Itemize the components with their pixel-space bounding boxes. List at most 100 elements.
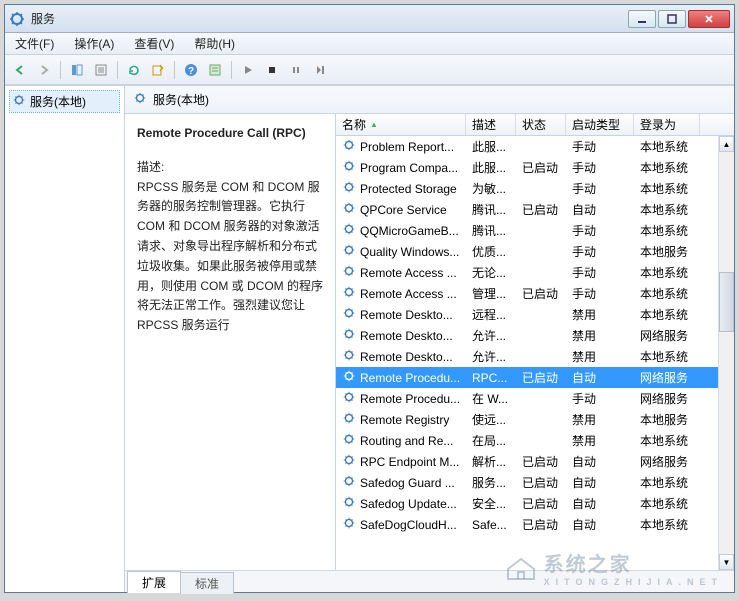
service-startup: 自动 bbox=[566, 495, 634, 512]
menu-help[interactable]: 帮助(H) bbox=[184, 33, 245, 54]
service-startup: 自动 bbox=[566, 201, 634, 218]
service-row[interactable]: Remote Deskto...允许...禁用本地系统 bbox=[336, 346, 718, 367]
service-desc: 使远... bbox=[466, 411, 516, 428]
column-logon-as[interactable]: 登录为 bbox=[634, 114, 700, 135]
tab-standard[interactable]: 标准 bbox=[180, 572, 234, 594]
service-row[interactable]: RPC Endpoint M...解析...已启动自动网络服务 bbox=[336, 451, 718, 472]
service-status: 已启动 bbox=[516, 369, 566, 386]
close-button[interactable] bbox=[688, 10, 730, 28]
service-row[interactable]: SafeDogCloudH...Safe...已启动自动本地系统 bbox=[336, 514, 718, 535]
service-row[interactable]: Remote Deskto...允许...禁用网络服务 bbox=[336, 325, 718, 346]
service-row[interactable]: Remote Procedu...在 W...手动网络服务 bbox=[336, 388, 718, 409]
service-status: 已启动 bbox=[516, 516, 566, 533]
service-desc: 无论... bbox=[466, 264, 516, 281]
scroll-up-button[interactable]: ▲ bbox=[719, 136, 734, 152]
service-desc: 优质... bbox=[466, 243, 516, 260]
gear-icon bbox=[342, 138, 356, 155]
service-startup: 手动 bbox=[566, 138, 634, 155]
gear-icon bbox=[342, 432, 356, 449]
refresh-button[interactable] bbox=[123, 59, 145, 81]
service-startup: 手动 bbox=[566, 159, 634, 176]
menu-action[interactable]: 操作(A) bbox=[64, 33, 124, 54]
service-desc: 管理... bbox=[466, 285, 516, 302]
service-logon: 本地系统 bbox=[634, 264, 700, 281]
service-row[interactable]: Remote Procedu...RPC...已启动自动网络服务 bbox=[336, 367, 718, 388]
right-pane: 服务(本地) Remote Procedure Call (RPC) 描述: R… bbox=[125, 86, 734, 592]
service-logon: 本地系统 bbox=[634, 348, 700, 365]
titlebar[interactable]: 服务 bbox=[5, 5, 734, 33]
service-row[interactable]: Routing and Re...在局...禁用本地系统 bbox=[336, 430, 718, 451]
service-startup: 禁用 bbox=[566, 306, 634, 323]
service-row[interactable]: Remote Deskto...远程...禁用本地系统 bbox=[336, 304, 718, 325]
scroll-down-button[interactable]: ▼ bbox=[719, 554, 734, 570]
service-logon: 本地系统 bbox=[634, 306, 700, 323]
pause-service-button[interactable] bbox=[285, 59, 307, 81]
sort-asc-icon: ▲ bbox=[370, 120, 378, 129]
service-row[interactable]: Protected Storage为敏...手动本地系统 bbox=[336, 178, 718, 199]
stop-service-button[interactable] bbox=[261, 59, 283, 81]
help-button[interactable]: ? bbox=[180, 59, 202, 81]
service-name: Remote Deskto... bbox=[360, 329, 453, 343]
gear-icon bbox=[342, 348, 356, 365]
menu-file[interactable]: 文件(F) bbox=[5, 33, 64, 54]
column-name[interactable]: 名称▲ bbox=[336, 114, 466, 135]
export-button[interactable] bbox=[147, 59, 169, 81]
service-row[interactable]: Remote Registry使远...禁用本地服务 bbox=[336, 409, 718, 430]
service-row[interactable]: QPCore Service腾讯...已启动自动本地系统 bbox=[336, 199, 718, 220]
service-logon: 本地系统 bbox=[634, 159, 700, 176]
forward-button[interactable] bbox=[33, 59, 55, 81]
services-window: 服务 文件(F) 操作(A) 查看(V) 帮助(H) ? bbox=[4, 4, 735, 593]
list-body[interactable]: Problem Report...此服...手动本地系统Program Comp… bbox=[336, 136, 718, 570]
gear-icon bbox=[342, 390, 356, 407]
menu-view[interactable]: 查看(V) bbox=[124, 33, 184, 54]
service-desc: 允许... bbox=[466, 348, 516, 365]
menubar: 文件(F) 操作(A) 查看(V) 帮助(H) bbox=[5, 33, 734, 55]
service-name: Protected Storage bbox=[360, 182, 457, 196]
service-logon: 本地系统 bbox=[634, 201, 700, 218]
service-name: Routing and Re... bbox=[360, 434, 453, 448]
service-status: 已启动 bbox=[516, 159, 566, 176]
service-desc: 在局... bbox=[466, 432, 516, 449]
tab-extended[interactable]: 扩展 bbox=[127, 571, 181, 593]
gear-icon bbox=[342, 516, 356, 533]
service-row[interactable]: Remote Access ...管理...已启动手动本地系统 bbox=[336, 283, 718, 304]
service-row[interactable]: Quality Windows...优质...手动本地服务 bbox=[336, 241, 718, 262]
start-service-button[interactable] bbox=[237, 59, 259, 81]
maximize-button[interactable] bbox=[658, 10, 686, 28]
service-row[interactable]: Problem Report...此服...手动本地系统 bbox=[336, 136, 718, 157]
gear-icon bbox=[342, 264, 356, 281]
service-desc: 远程... bbox=[466, 306, 516, 323]
column-startup-type[interactable]: 启动类型 bbox=[566, 114, 634, 135]
column-status[interactable]: 状态 bbox=[516, 114, 566, 135]
service-logon: 本地系统 bbox=[634, 180, 700, 197]
gear-icon bbox=[342, 474, 356, 491]
item-properties-button[interactable] bbox=[204, 59, 226, 81]
selected-service-title: Remote Procedure Call (RPC) bbox=[137, 124, 323, 144]
properties-button[interactable] bbox=[90, 59, 112, 81]
window-title: 服务 bbox=[31, 10, 628, 27]
description-label: 描述: bbox=[137, 158, 323, 178]
minimize-button[interactable] bbox=[628, 10, 656, 28]
column-description[interactable]: 描述 bbox=[466, 114, 516, 135]
back-button[interactable] bbox=[9, 59, 31, 81]
show-hide-tree-button[interactable] bbox=[66, 59, 88, 81]
service-logon: 本地系统 bbox=[634, 474, 700, 491]
service-logon: 本地系统 bbox=[634, 432, 700, 449]
service-row[interactable]: Safedog Guard ...服务...已启动自动本地系统 bbox=[336, 472, 718, 493]
service-row[interactable]: Remote Access ...无论...手动本地系统 bbox=[336, 262, 718, 283]
service-name: Safedog Guard ... bbox=[360, 476, 455, 490]
restart-service-button[interactable] bbox=[309, 59, 331, 81]
service-logon: 网络服务 bbox=[634, 369, 700, 386]
tree-pane: 服务(本地) bbox=[5, 86, 125, 592]
service-startup: 手动 bbox=[566, 243, 634, 260]
service-startup: 禁用 bbox=[566, 348, 634, 365]
toolbar: ? bbox=[5, 55, 734, 85]
vertical-scrollbar[interactable]: ▲ ▼ bbox=[718, 136, 734, 570]
service-startup: 自动 bbox=[566, 474, 634, 491]
tree-root-services-local[interactable]: 服务(本地) bbox=[9, 90, 120, 113]
service-row[interactable]: Program Compa...此服...已启动手动本地系统 bbox=[336, 157, 718, 178]
service-row[interactable]: QQMicroGameB...腾讯...手动本地系统 bbox=[336, 220, 718, 241]
service-name: RPC Endpoint M... bbox=[360, 455, 459, 469]
scroll-thumb[interactable] bbox=[719, 272, 734, 332]
service-row[interactable]: Safedog Update...安全...已启动自动本地系统 bbox=[336, 493, 718, 514]
